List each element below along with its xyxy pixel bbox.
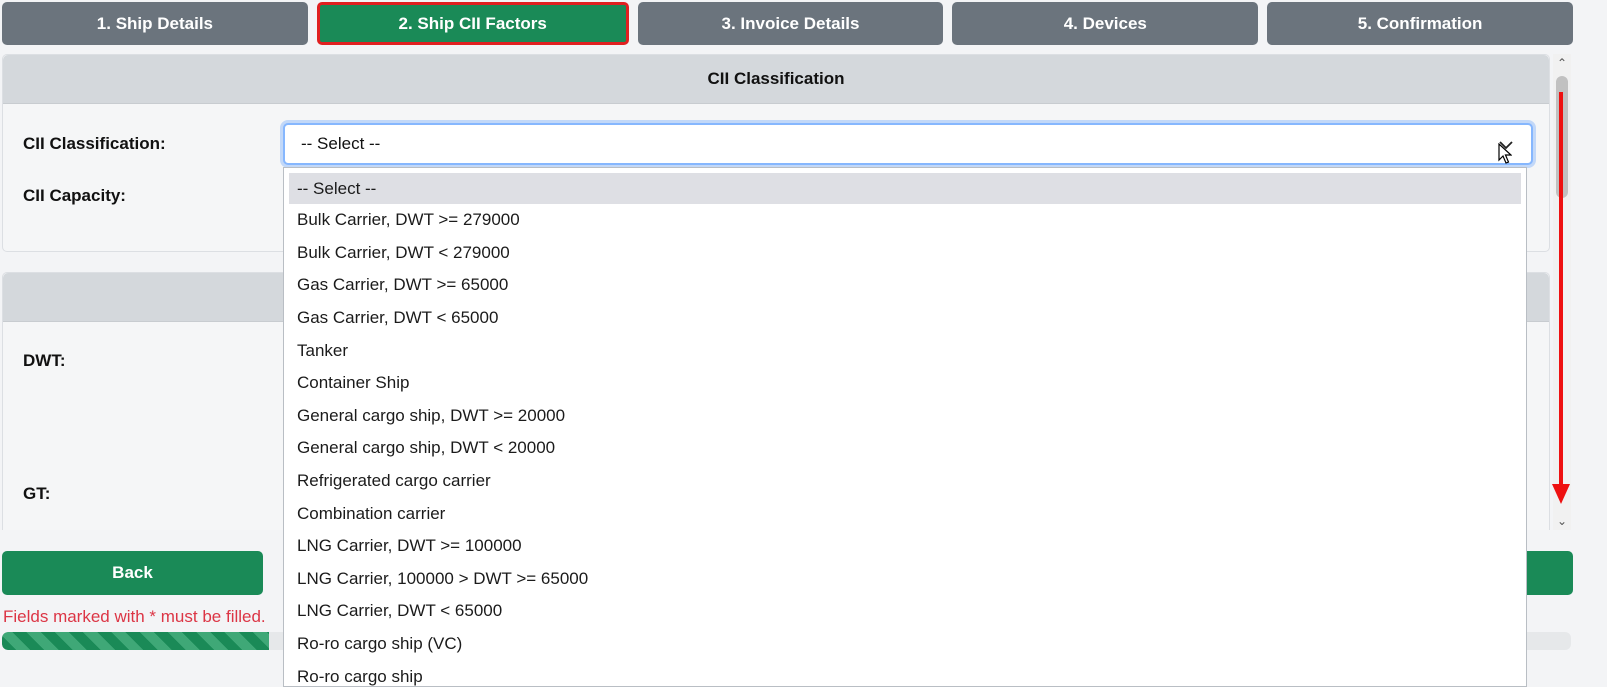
step-invoice-details[interactable]: 3. Invoice Details (637, 2, 944, 45)
cii-capacity-label: CII Capacity: (23, 186, 126, 205)
cii-classification-label: CII Classification: (23, 134, 166, 153)
dropdown-option[interactable]: Bulk Carrier, DWT < 279000 (284, 237, 1526, 270)
panel-title: CII Classification (3, 55, 1549, 104)
cii-classification-dropdown[interactable]: -- Select -- Bulk Carrier, DWT >= 279000… (283, 167, 1527, 687)
dropdown-option[interactable]: -- Select -- (289, 173, 1521, 204)
cii-classification-select[interactable]: -- Select -- (283, 123, 1533, 165)
wizard-steps: 1. Ship Details 2. Ship CII Factors 3. I… (2, 2, 1573, 45)
dropdown-option[interactable]: Gas Carrier, DWT < 65000 (284, 302, 1526, 335)
select-value: -- Select -- (301, 134, 381, 153)
mouse-pointer-icon (1498, 142, 1513, 170)
step-devices[interactable]: 4. Devices (952, 2, 1259, 45)
dropdown-option[interactable]: Ro-ro cargo ship (284, 660, 1526, 686)
progress-fill (2, 632, 269, 650)
dwt-label: DWT: (23, 351, 66, 370)
dropdown-option[interactable]: General cargo ship, DWT >= 20000 (284, 400, 1526, 433)
dropdown-option[interactable]: Combination carrier (284, 497, 1526, 530)
dropdown-option[interactable]: Ro-ro cargo ship (VC) (284, 628, 1526, 661)
dropdown-option[interactable]: LNG Carrier, DWT < 65000 (284, 595, 1526, 628)
dropdown-option[interactable]: LNG Carrier, DWT >= 100000 (284, 530, 1526, 563)
dropdown-option[interactable]: Bulk Carrier, DWT >= 279000 (284, 204, 1526, 237)
scroll-up-icon[interactable]: ⌃ (1553, 54, 1571, 72)
back-button[interactable]: Back (2, 551, 263, 595)
required-fields-error: Fields marked with * must be filled. (3, 607, 266, 626)
step-ship-cii-factors[interactable]: 2. Ship CII Factors (316, 2, 629, 45)
dropdown-option[interactable]: General cargo ship, DWT < 20000 (284, 432, 1526, 465)
red-arrow-head (1552, 484, 1570, 504)
dropdown-option[interactable]: Container Ship (284, 367, 1526, 400)
dropdown-option[interactable]: Refrigerated cargo carrier (284, 465, 1526, 498)
dropdown-option[interactable]: Tanker (284, 334, 1526, 367)
step-ship-details[interactable]: 1. Ship Details (2, 2, 308, 45)
step-confirmation[interactable]: 5. Confirmation (1267, 2, 1573, 45)
scroll-down-icon[interactable]: ⌄ (1553, 512, 1571, 530)
dropdown-option[interactable]: Gas Carrier, DWT >= 65000 (284, 269, 1526, 302)
red-arrow-annotation (1559, 92, 1563, 488)
dropdown-option[interactable]: LNG Carrier, 100000 > DWT >= 65000 (284, 563, 1526, 596)
gt-label: GT: (23, 484, 51, 503)
